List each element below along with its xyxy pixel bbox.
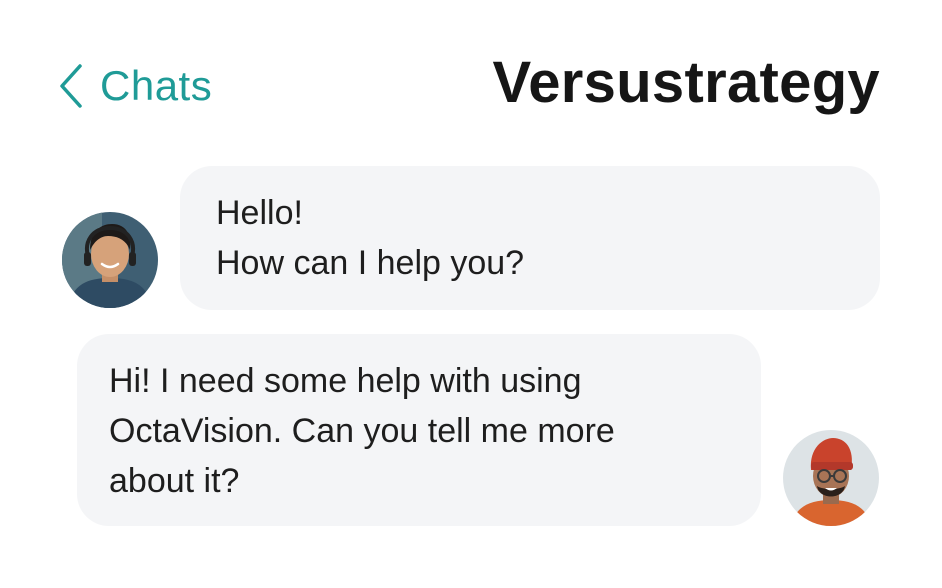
message-line: OctaVision. Can you tell me more	[109, 412, 615, 450]
user-avatar	[783, 430, 879, 526]
message-line: How can I help you?	[216, 244, 525, 282]
message-line: about it?	[109, 462, 240, 500]
message-bubble-user: Hi! I need some help with using OctaVisi…	[77, 334, 761, 526]
message-line: Hello!	[216, 194, 303, 232]
agent-avatar	[62, 212, 158, 308]
chevron-left-icon	[58, 63, 84, 109]
message-bubble-agent: Hello! How can I help you?	[180, 166, 880, 310]
chat-title: Versustrategy	[492, 50, 880, 115]
back-label: Chats	[100, 62, 213, 109]
message-line: Hi! I need some help with using	[109, 362, 582, 400]
back-to-chats-link[interactable]: Chats	[58, 60, 212, 112]
